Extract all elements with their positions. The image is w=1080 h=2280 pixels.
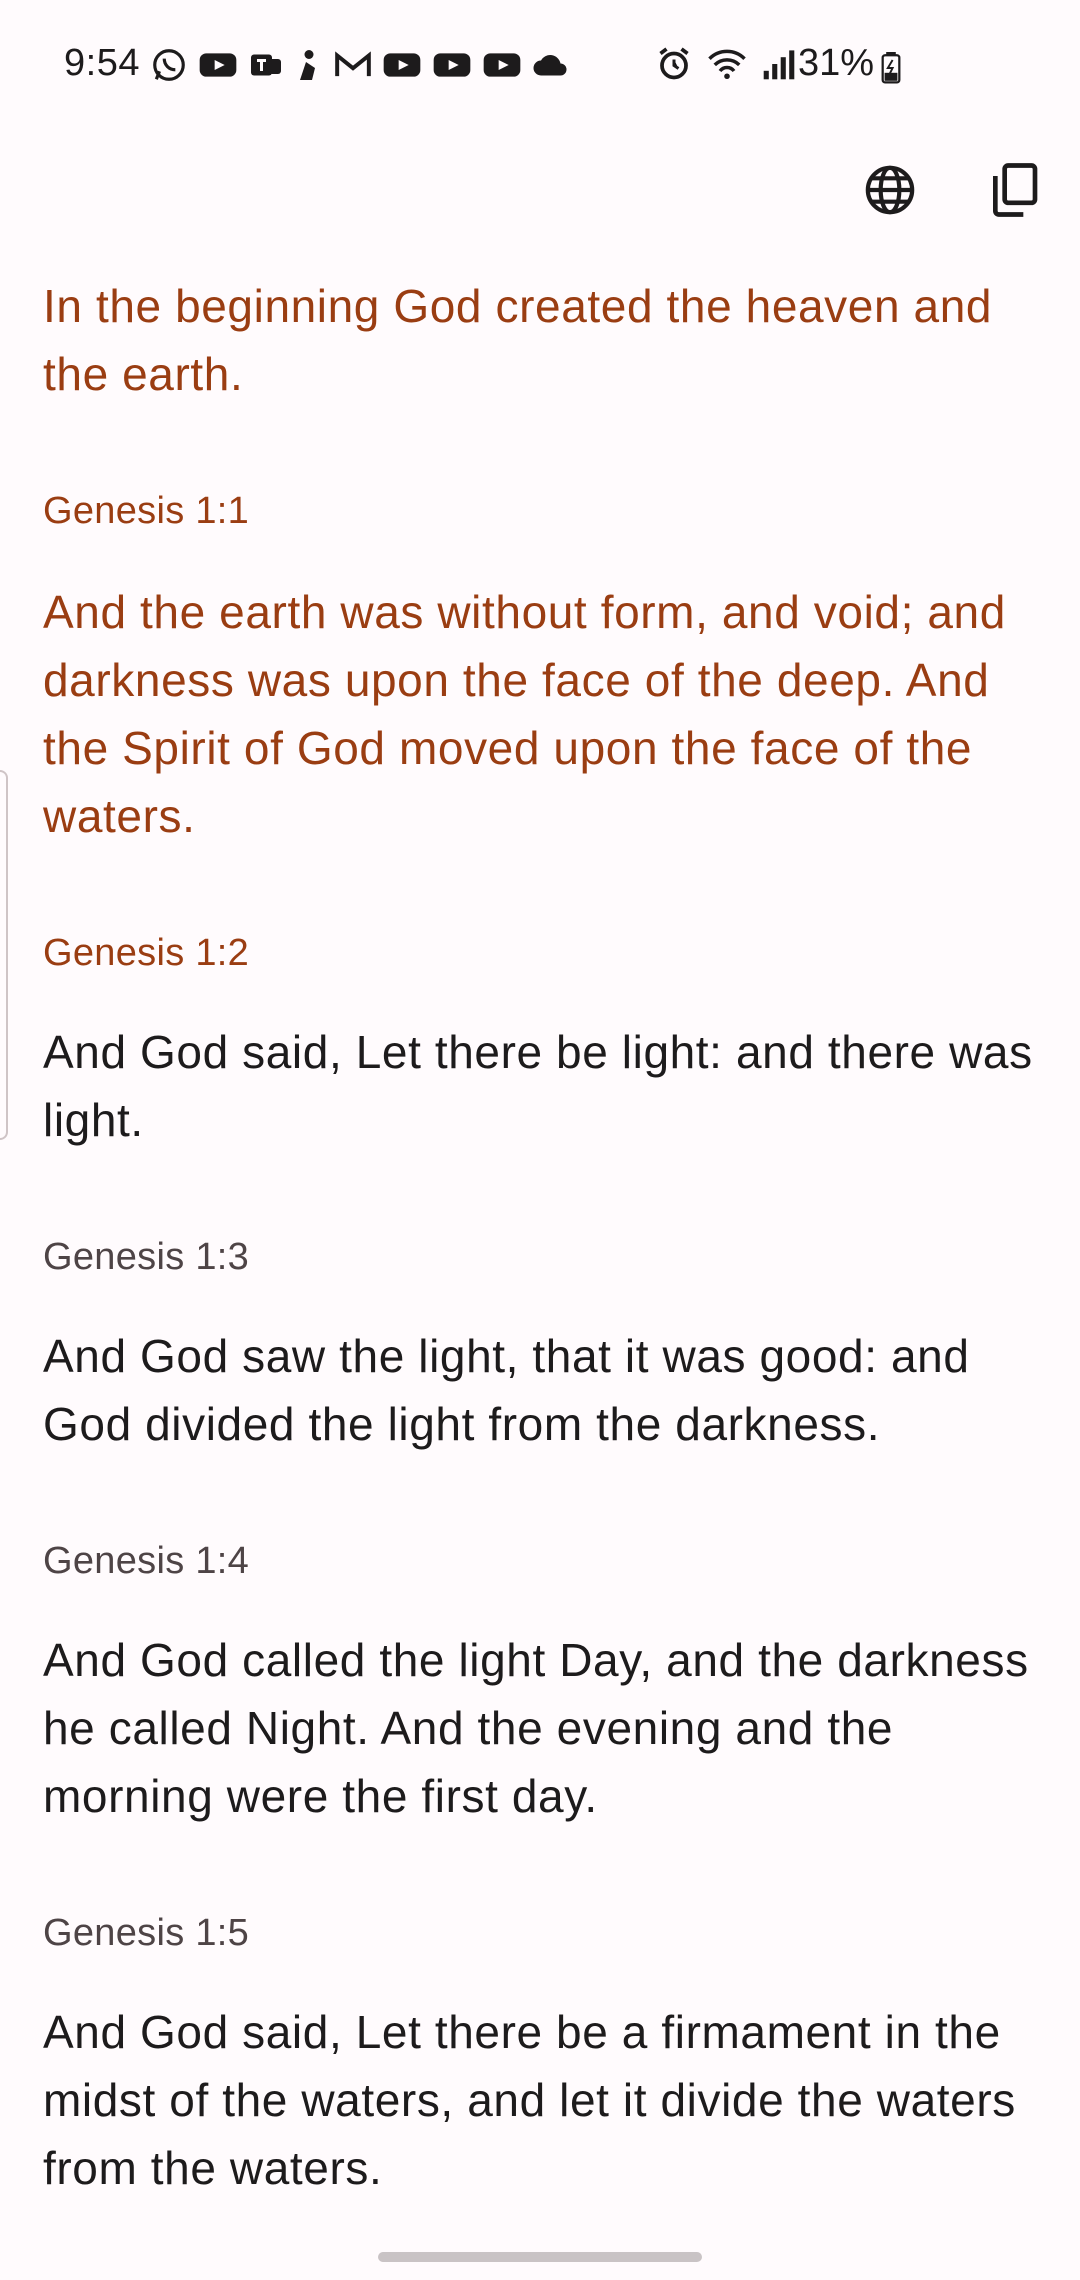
teams-icon bbox=[251, 54, 281, 76]
translate-globe-icon bbox=[865, 165, 915, 215]
signal-icon bbox=[763, 50, 795, 80]
whatsapp-icon bbox=[153, 49, 185, 81]
status-bar: 9:54 31% bbox=[0, 0, 1080, 130]
gmail-icon bbox=[335, 51, 371, 77]
app-bar bbox=[0, 140, 1080, 240]
navigation-gesture-handle[interactable] bbox=[378, 2252, 702, 2262]
verse-reference: Genesis 1:4 bbox=[43, 1540, 250, 1582]
system-icons bbox=[656, 46, 796, 82]
youtube-icon bbox=[383, 53, 421, 77]
youtube-icon bbox=[483, 53, 521, 77]
alarm-icon bbox=[659, 47, 689, 80]
verse-text: And God said, Let there be light: and th… bbox=[43, 1026, 1033, 1146]
verse-reference: Genesis 1:2 bbox=[43, 932, 250, 974]
youtube-icon bbox=[433, 53, 471, 77]
cloud-icon bbox=[533, 55, 567, 76]
verse-list: In the beginning God created the heaven … bbox=[43, 272, 1033, 2202]
verse-item[interactable]: In the beginning God created the heaven … bbox=[43, 272, 1033, 578]
verse-text: And God saw the light, that it was good:… bbox=[43, 1330, 970, 1450]
verse-text: And the earth was without form, and void… bbox=[43, 586, 1006, 842]
status-time: 9:54 bbox=[64, 42, 140, 84]
copy-icon bbox=[993, 163, 1038, 217]
verse-text: In the beginning God created the heaven … bbox=[43, 280, 993, 400]
verse-reference: Genesis 1:5 bbox=[43, 1912, 250, 1954]
verse-reference: Genesis 1:3 bbox=[43, 1236, 250, 1278]
verse-text: And God called the light Day, and the da… bbox=[43, 1634, 1029, 1822]
wifi-icon bbox=[708, 49, 746, 80]
youtube-icon bbox=[199, 53, 237, 77]
verse-item[interactable]: And the earth was without form, and void… bbox=[43, 578, 1033, 1018]
battery-charging-icon bbox=[881, 52, 901, 84]
notification-icons bbox=[150, 46, 568, 84]
verse-item[interactable]: And God called the light Day, and the da… bbox=[43, 1626, 1033, 1998]
verse-item[interactable]: And God said, Let there be light: and th… bbox=[43, 1018, 1033, 1322]
bixby-icon bbox=[300, 50, 315, 80]
copy-button[interactable] bbox=[978, 154, 1050, 226]
verse-reference: Genesis 1:1 bbox=[43, 490, 250, 532]
edge-panel-handle[interactable] bbox=[0, 770, 8, 1140]
verse-item[interactable]: And God said, Let there be a firmament i… bbox=[43, 1998, 1033, 2202]
verse-item[interactable]: And God saw the light, that it was good:… bbox=[43, 1322, 1033, 1626]
verse-text: And God said, Let there be a firmament i… bbox=[43, 2006, 1016, 2194]
translate-button[interactable] bbox=[854, 154, 926, 226]
battery-percentage: 31% bbox=[798, 42, 875, 84]
